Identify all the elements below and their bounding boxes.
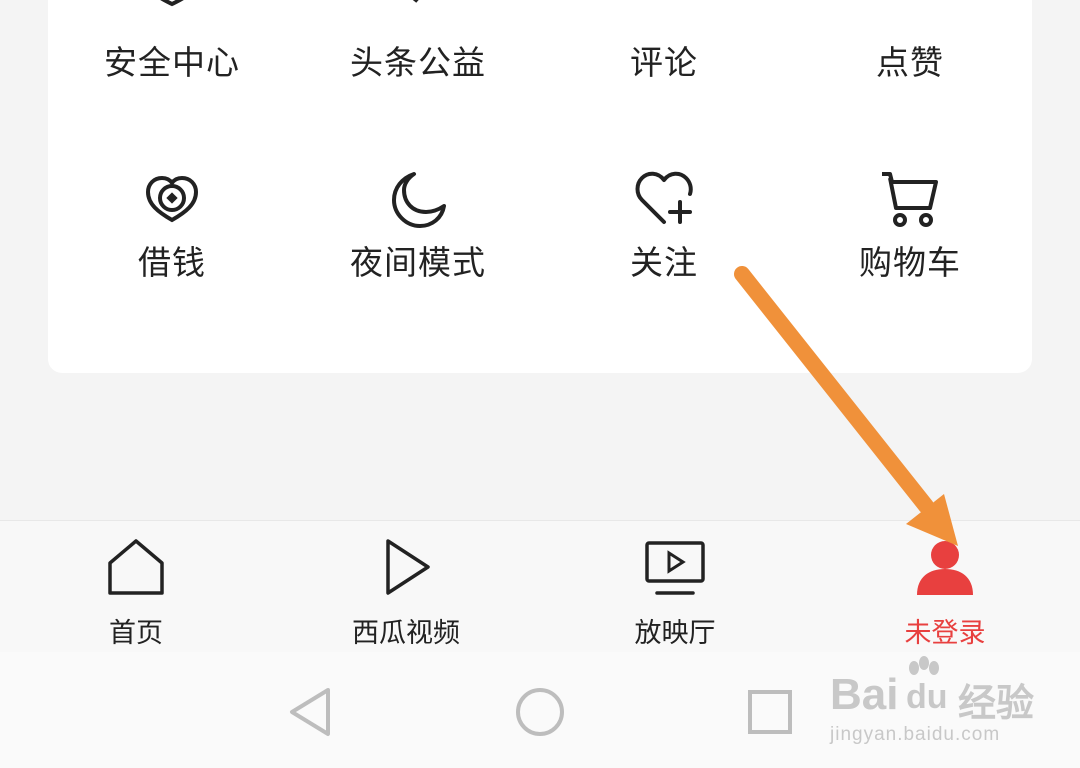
menu-item-security-center[interactable]: 安全中心 xyxy=(72,0,272,90)
watermark-url: jingyan.baidu.com xyxy=(830,724,1001,745)
shield-icon xyxy=(160,0,184,7)
tab-label: 未登录 xyxy=(904,618,986,649)
play-icon xyxy=(386,539,430,595)
menu-item-comments[interactable]: 评论 xyxy=(564,0,764,90)
baidu-jingyan-watermark: Bai du 经验 jingyan.baidu.com xyxy=(826,652,1036,762)
menu-item-loan[interactable]: 借钱 xyxy=(72,160,272,300)
watermark-cn: 经验 xyxy=(958,683,1035,725)
tab-home[interactable]: 首页 xyxy=(36,521,236,653)
menu-label: 购物车 xyxy=(859,243,961,282)
tab-xigua-video[interactable]: 西瓜视频 xyxy=(306,521,506,653)
heart-plus-icon xyxy=(635,171,693,224)
loan-icon xyxy=(145,175,199,223)
tab-not-logged-in[interactable]: 未登录 xyxy=(845,521,1045,653)
recents-square-icon[interactable] xyxy=(740,682,800,742)
menu-label: 关注 xyxy=(630,243,698,282)
watermark-brand-2: du xyxy=(906,678,948,716)
cart-icon xyxy=(882,172,938,227)
home-circle-icon[interactable] xyxy=(510,682,570,742)
bottom-tab-bar: 首页 西瓜视频 放映厅 未登录 xyxy=(0,520,1080,653)
tab-label: 首页 xyxy=(109,618,163,649)
menu-label: 安全中心 xyxy=(104,43,240,82)
menu-item-cart[interactable]: 购物车 xyxy=(810,160,1010,300)
menu-label: 点赞 xyxy=(876,43,944,82)
back-triangle-icon[interactable] xyxy=(280,682,340,742)
menu-item-charity[interactable]: 头条公益 xyxy=(318,0,518,90)
tab-label: 西瓜视频 xyxy=(352,618,460,649)
menu-label: 头条公益 xyxy=(350,43,486,82)
user-icon xyxy=(917,541,973,595)
menu-label: 评论 xyxy=(630,43,698,82)
menu-item-likes[interactable]: 点赞 xyxy=(810,0,1010,90)
tab-cinema[interactable]: 放映厅 xyxy=(575,521,775,653)
charity-icon xyxy=(412,0,419,3)
menu-label: 借钱 xyxy=(138,243,206,282)
menu-item-follow[interactable]: 关注 xyxy=(564,160,764,300)
menu-label: 夜间模式 xyxy=(350,243,486,282)
comment-icon xyxy=(632,0,696,26)
watermark-brand: Bai xyxy=(830,670,899,719)
feature-card: 安全中心 头条公益 评论 点赞 借钱 夜间模式 关注 购物车 xyxy=(48,0,1032,373)
home-icon xyxy=(108,539,164,595)
moon-icon xyxy=(392,172,446,228)
menu-item-night-mode[interactable]: 夜间模式 xyxy=(318,160,518,300)
tab-label: 放映厅 xyxy=(634,618,716,649)
like-icon xyxy=(878,0,942,26)
tv-play-icon xyxy=(645,541,705,595)
